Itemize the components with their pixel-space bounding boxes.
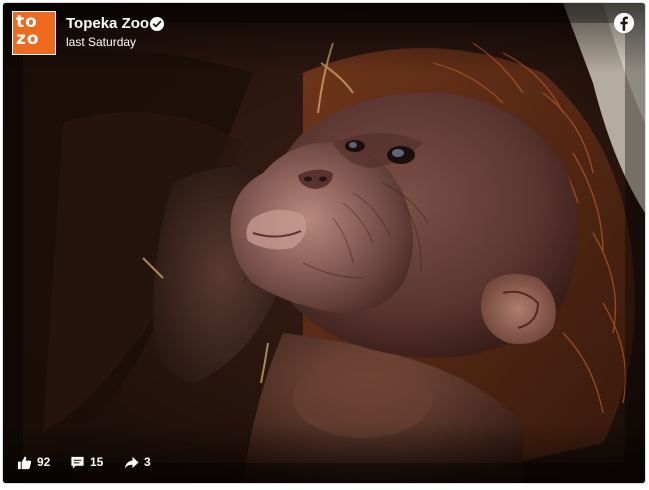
likes-count-button[interactable]: 92 xyxy=(17,453,50,471)
facebook-post-embed[interactable]: to zo Topeka Zoo last Saturday 92 15 3 xyxy=(3,3,645,483)
share-arrow-icon xyxy=(124,456,139,468)
post-photo[interactable] xyxy=(3,3,645,483)
page-name-link[interactable]: Topeka Zoo xyxy=(66,15,149,33)
page-avatar[interactable]: to zo xyxy=(12,11,56,55)
orangutan-photo xyxy=(3,3,645,483)
comments-count-button[interactable]: 15 xyxy=(70,453,103,471)
avatar-logo: to zo xyxy=(16,12,40,49)
verified-badge-icon xyxy=(150,17,164,31)
comments-count: 15 xyxy=(90,455,104,469)
facebook-icon[interactable] xyxy=(613,12,635,34)
shares-count: 3 xyxy=(144,455,151,469)
shares-count-button[interactable]: 3 xyxy=(124,453,151,471)
thumbs-up-icon xyxy=(17,456,32,469)
post-timestamp-link[interactable]: last Saturday xyxy=(66,35,136,49)
likes-count: 92 xyxy=(37,455,51,469)
comment-bubble-icon xyxy=(71,456,84,469)
